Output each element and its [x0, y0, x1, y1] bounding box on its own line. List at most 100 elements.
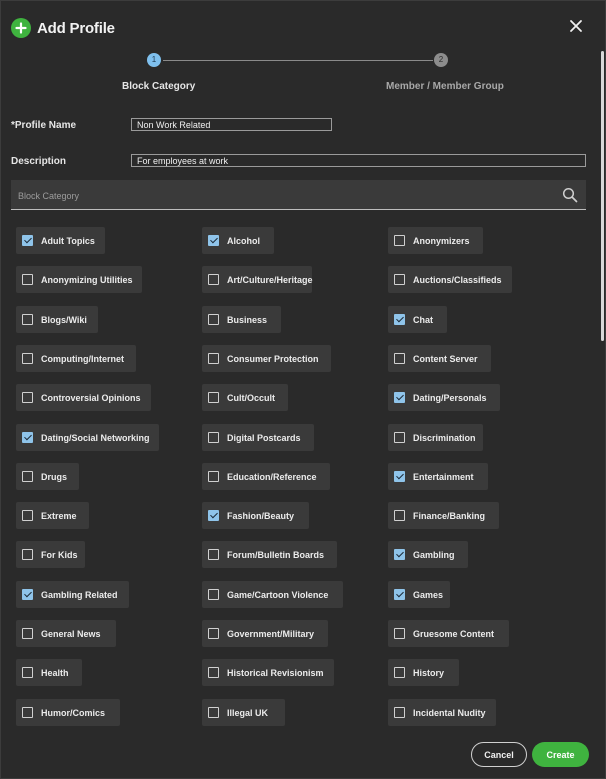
- category-checkbox[interactable]: [22, 471, 33, 482]
- category-option[interactable]: Health: [16, 659, 82, 686]
- category-option[interactable]: Anonymizing Utilities: [16, 266, 142, 293]
- category-checkbox[interactable]: [22, 432, 33, 443]
- cancel-button[interactable]: Cancel: [471, 742, 527, 767]
- category-option[interactable]: Entertainment: [388, 463, 488, 490]
- category-checkbox[interactable]: [208, 314, 219, 325]
- category-label: Blogs/Wiki: [41, 314, 87, 325]
- category-checkbox[interactable]: [208, 432, 219, 443]
- scrollbar[interactable]: [601, 51, 604, 341]
- category-checkbox[interactable]: [394, 471, 405, 482]
- category-checkbox[interactable]: [394, 510, 405, 521]
- category-checkbox[interactable]: [208, 471, 219, 482]
- description-input[interactable]: [131, 154, 586, 167]
- category-checkbox[interactable]: [208, 392, 219, 403]
- category-option[interactable]: Content Server: [388, 345, 491, 372]
- category-checkbox[interactable]: [394, 274, 405, 285]
- category-checkbox[interactable]: [394, 353, 405, 364]
- category-option[interactable]: Games: [388, 581, 450, 608]
- category-option[interactable]: Illegal UK: [202, 699, 285, 726]
- category-label: Education/Reference: [227, 471, 317, 482]
- category-checkbox[interactable]: [394, 235, 405, 246]
- category-checkbox[interactable]: [208, 235, 219, 246]
- category-checkbox[interactable]: [394, 314, 405, 325]
- category-checkbox[interactable]: [394, 589, 405, 600]
- category-checkbox[interactable]: [394, 628, 405, 639]
- category-checkbox[interactable]: [394, 549, 405, 560]
- category-option[interactable]: Game/Cartoon Violence: [202, 581, 343, 608]
- category-checkbox[interactable]: [394, 707, 405, 718]
- category-option[interactable]: Gruesome Content: [388, 620, 509, 647]
- category-option[interactable]: Cult/Occult: [202, 384, 288, 411]
- category-checkbox[interactable]: [22, 235, 33, 246]
- step-2-label: Member / Member Group: [386, 81, 504, 92]
- category-option[interactable]: Historical Revisionism: [202, 659, 334, 686]
- category-option[interactable]: Dating/Social Networking: [16, 424, 159, 451]
- category-option[interactable]: For Kids: [16, 541, 85, 568]
- category-option[interactable]: Humor/Comics: [16, 699, 120, 726]
- category-label: Art/Culture/Heritage: [227, 274, 313, 285]
- category-label: Dating/Personals: [413, 392, 487, 403]
- category-checkbox[interactable]: [22, 549, 33, 560]
- category-checkbox[interactable]: [22, 274, 33, 285]
- category-checkbox[interactable]: [208, 274, 219, 285]
- category-checkbox[interactable]: [394, 432, 405, 443]
- step-2-indicator: 2: [434, 53, 448, 67]
- category-search-input[interactable]: [16, 188, 540, 204]
- category-checkbox[interactable]: [208, 353, 219, 364]
- category-option[interactable]: Consumer Protection: [202, 345, 331, 372]
- category-checkbox[interactable]: [22, 667, 33, 678]
- category-checkbox[interactable]: [208, 628, 219, 639]
- category-list: Adult Topics Alcohol Anonymizers Anonymizin…: [16, 227, 576, 732]
- category-option[interactable]: Dating/Personals: [388, 384, 500, 411]
- category-option[interactable]: Extreme: [16, 502, 89, 529]
- category-checkbox[interactable]: [208, 667, 219, 678]
- category-option[interactable]: Adult Topics: [16, 227, 105, 254]
- category-option[interactable]: Gambling Related: [16, 581, 129, 608]
- category-option[interactable]: Finance/Banking: [388, 502, 499, 529]
- category-option[interactable]: Drugs: [16, 463, 79, 490]
- category-label: Discrimination: [413, 432, 476, 443]
- category-option[interactable]: Chat: [388, 306, 447, 333]
- category-option[interactable]: Anonymizers: [388, 227, 483, 254]
- category-option[interactable]: Blogs/Wiki: [16, 306, 98, 333]
- category-option[interactable]: Computing/Internet: [16, 345, 136, 372]
- category-option[interactable]: Fashion/Beauty: [202, 502, 309, 529]
- category-checkbox[interactable]: [22, 628, 33, 639]
- category-option[interactable]: Alcohol: [202, 227, 274, 254]
- category-label: Entertainment: [413, 471, 474, 482]
- category-checkbox[interactable]: [208, 589, 219, 600]
- category-option[interactable]: Business: [202, 306, 281, 333]
- search-icon[interactable]: [562, 187, 578, 203]
- category-option[interactable]: Forum/Bulletin Boards: [202, 541, 337, 568]
- category-option[interactable]: General News: [16, 620, 116, 647]
- category-checkbox[interactable]: [22, 707, 33, 718]
- category-checkbox[interactable]: [208, 510, 219, 521]
- category-checkbox[interactable]: [208, 707, 219, 718]
- category-checkbox[interactable]: [394, 667, 405, 678]
- category-label: For Kids: [41, 549, 78, 560]
- category-option[interactable]: Digital Postcards: [202, 424, 314, 451]
- profile-name-input[interactable]: [131, 118, 332, 131]
- category-option[interactable]: Controversial Opinions: [16, 384, 151, 411]
- category-checkbox[interactable]: [22, 392, 33, 403]
- category-checkbox[interactable]: [394, 392, 405, 403]
- add-profile-dialog: Add Profile 1 2 Block Category Member / …: [0, 0, 606, 779]
- category-checkbox[interactable]: [22, 510, 33, 521]
- category-checkbox[interactable]: [22, 353, 33, 364]
- category-option[interactable]: Discrimination: [388, 424, 483, 451]
- category-option[interactable]: Gambling: [388, 541, 468, 568]
- close-icon[interactable]: [569, 19, 583, 33]
- category-option[interactable]: Auctions/Classifieds: [388, 266, 512, 293]
- category-option[interactable]: Education/Reference: [202, 463, 330, 490]
- category-label: Fashion/Beauty: [227, 510, 295, 521]
- create-button[interactable]: Create: [532, 742, 589, 767]
- category-option[interactable]: Government/Military: [202, 620, 328, 647]
- category-checkbox[interactable]: [22, 314, 33, 325]
- category-label: Humor/Comics: [41, 707, 106, 718]
- category-option[interactable]: Incidental Nudity: [388, 699, 496, 726]
- category-checkbox[interactable]: [208, 549, 219, 560]
- category-option[interactable]: History: [388, 659, 459, 686]
- category-checkbox[interactable]: [22, 589, 33, 600]
- category-label: Auctions/Classifieds: [413, 274, 502, 285]
- category-option[interactable]: Art/Culture/Heritage: [202, 266, 313, 293]
